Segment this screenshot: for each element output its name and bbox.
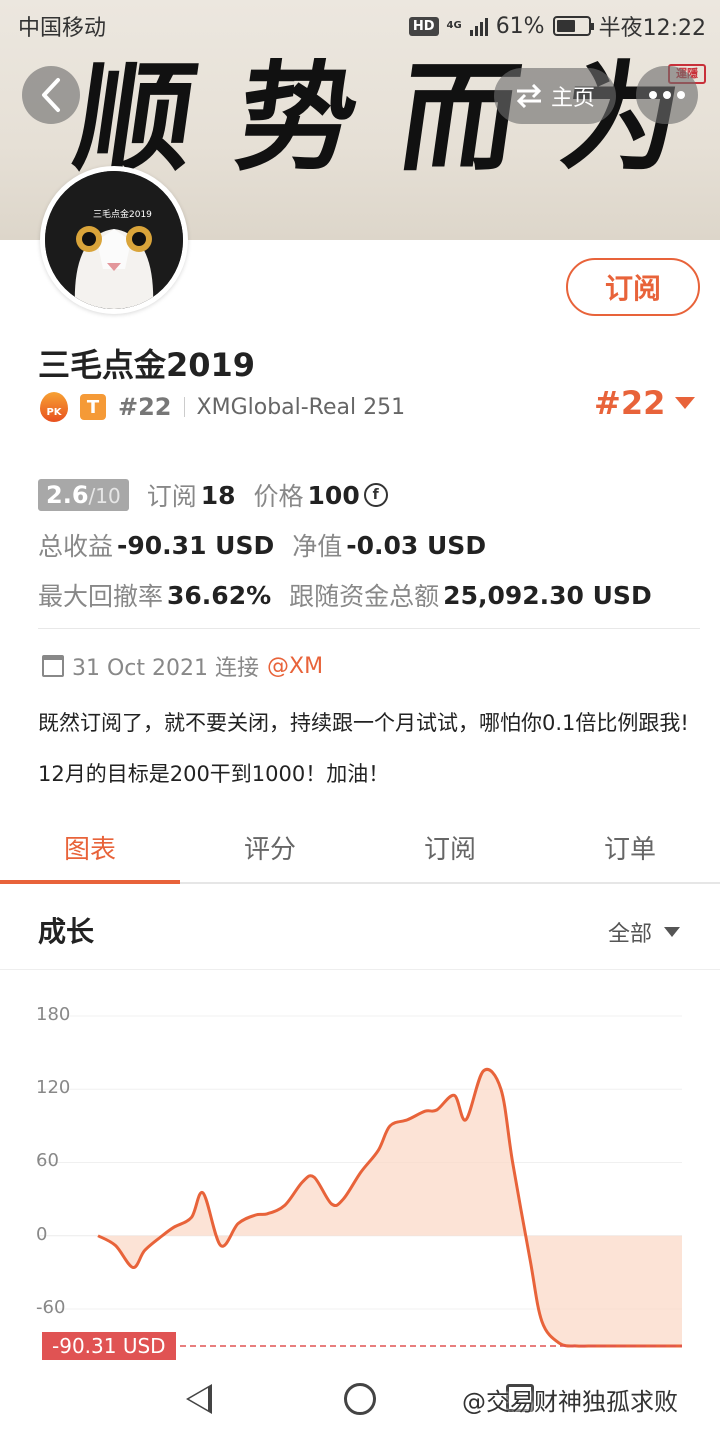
pk-flame-icon[interactable]: PK xyxy=(40,392,68,422)
subscribe-button[interactable]: 订阅 xyxy=(566,258,700,316)
dot-icon xyxy=(649,91,657,99)
status-icons: HD 4G 61% 半夜12:22 xyxy=(408,10,706,42)
growth-chart-svg xyxy=(38,1015,682,1348)
stat-value: 18 xyxy=(200,480,236,510)
caret-down-icon xyxy=(675,397,696,409)
battery-icon xyxy=(552,16,594,36)
mention-link[interactable]: @XM xyxy=(267,654,323,679)
stat-label: 最大回撤率 xyxy=(38,582,164,611)
stats-panel: 2.6/10 订阅 18 价格 100 f 总收益 -90.31 USD 净值 … xyxy=(38,470,688,620)
stat-value: -90.31 USD xyxy=(117,530,275,560)
post-date: 31 Oct 2021 连接 xyxy=(72,656,260,681)
profit-stat: 总收益 -90.31 USD xyxy=(38,527,274,563)
stat-label: 净值 xyxy=(292,532,343,561)
stats-row: 2.6/10 订阅 18 价格 100 f xyxy=(38,470,688,520)
avatar[interactable]: 三毛点金2019 xyxy=(40,166,188,314)
equity-stat: 净值 -0.03 USD xyxy=(292,527,486,563)
more-button[interactable] xyxy=(636,66,698,124)
filter-label: 全部 xyxy=(608,922,653,947)
y-tick-label: 120 xyxy=(36,1077,71,1099)
back-button[interactable] xyxy=(22,66,80,124)
account-label: XMGlobal-Real 251 xyxy=(196,394,406,420)
stats-row: 最大回撤率 36.62% 跟随资金总额 25,092.30 USD xyxy=(38,570,688,620)
nav-back-icon[interactable] xyxy=(186,1384,212,1414)
app-screen: 顺 势 而 为 運隱 中国移动 HD 4G 61% 半夜12:22 xyxy=(0,0,720,1440)
final-value-tag: -90.31 USD xyxy=(42,1332,176,1360)
stat-label: 订阅 xyxy=(146,482,197,511)
score-max: /10 xyxy=(88,484,121,508)
rank-dropdown[interactable]: #22 xyxy=(594,384,696,422)
rank-label: #22 xyxy=(118,393,172,421)
section-title: 成长 xyxy=(38,915,95,948)
divider xyxy=(38,628,700,629)
score-value: 2.6 xyxy=(46,481,89,509)
dot-icon xyxy=(663,91,671,99)
battery-percent: 61% xyxy=(495,13,545,39)
stat-value: -0.03 USD xyxy=(346,530,487,560)
tab-rating[interactable]: 评分 xyxy=(180,812,360,882)
score-badge: 2.6/10 xyxy=(38,479,129,511)
signal-icon xyxy=(469,16,488,36)
y-tick-label: 0 xyxy=(36,1223,48,1245)
post-text: 既然订阅了，就不要关闭，持续跟一个月试试，哪怕你0.1倍比例跟我! 12月的目标… xyxy=(38,711,689,786)
growth-chart: 180 120 60 0 -60 -90.31 USD xyxy=(0,980,720,1370)
swap-icon xyxy=(516,84,542,108)
range-filter[interactable]: 全部 xyxy=(608,916,681,948)
post-meta: 31 Oct 2021 连接 @XM xyxy=(42,650,323,682)
avatar-text: 三毛点金2019 xyxy=(93,210,152,220)
stat-label: 跟随资金总额 xyxy=(289,582,440,611)
home-button[interactable]: 主页 xyxy=(494,68,616,124)
dot-icon xyxy=(677,91,685,99)
caret-down-icon xyxy=(664,927,681,937)
stat-label: 价格 xyxy=(253,482,304,511)
chevron-left-icon xyxy=(42,78,60,112)
tab-chart[interactable]: 图表 xyxy=(0,812,180,884)
tab-bar: 图表 评分 订阅 订单 xyxy=(0,812,720,884)
cat-avatar-icon xyxy=(45,171,183,309)
tab-subscribe[interactable]: 订阅 xyxy=(360,812,540,882)
tab-orders[interactable]: 订单 xyxy=(540,812,720,882)
nav-home-icon[interactable] xyxy=(344,1383,376,1415)
stat-value: 100 xyxy=(307,480,360,510)
y-tick-label: 180 xyxy=(36,1004,71,1025)
coin-icon: f xyxy=(363,483,388,507)
separator xyxy=(183,397,185,417)
battery-level xyxy=(556,20,575,32)
y-tick-label: -60 xyxy=(36,1296,66,1318)
y-tick-label: 60 xyxy=(36,1150,59,1172)
carrier-name: 中国移动 xyxy=(18,16,107,41)
trader-badges: PK T #22 XMGlobal-Real 251 xyxy=(40,390,405,424)
home-label: 主页 xyxy=(550,86,595,111)
follow-funds-stat: 跟随资金总额 25,092.30 USD xyxy=(289,577,652,613)
rank-value: #22 xyxy=(594,384,666,422)
watermark-text: @交易财神独孤求败 xyxy=(462,1388,678,1416)
stat-value: 36.62% xyxy=(167,580,272,610)
calendar-icon xyxy=(42,655,64,677)
drawdown-stat: 最大回撤率 36.62% xyxy=(38,577,271,613)
status-bar: 中国移动 HD 4G 61% 半夜12:22 xyxy=(0,0,720,50)
network-type: 4G xyxy=(446,20,462,31)
growth-area xyxy=(98,1069,682,1347)
stat-value: 25,092.30 USD xyxy=(443,580,652,610)
clock: 半夜12:22 xyxy=(598,16,706,41)
subscribe-stat: 订阅 18 xyxy=(147,477,236,513)
stat-label: 总收益 xyxy=(38,532,114,561)
trader-name: 三毛点金2019 xyxy=(38,346,256,384)
price-stat: 价格 100 f xyxy=(254,477,388,513)
t-badge-icon: T xyxy=(80,394,106,420)
hd-icon: HD xyxy=(408,16,439,36)
stats-row: 总收益 -90.31 USD 净值 -0.03 USD xyxy=(38,520,688,570)
